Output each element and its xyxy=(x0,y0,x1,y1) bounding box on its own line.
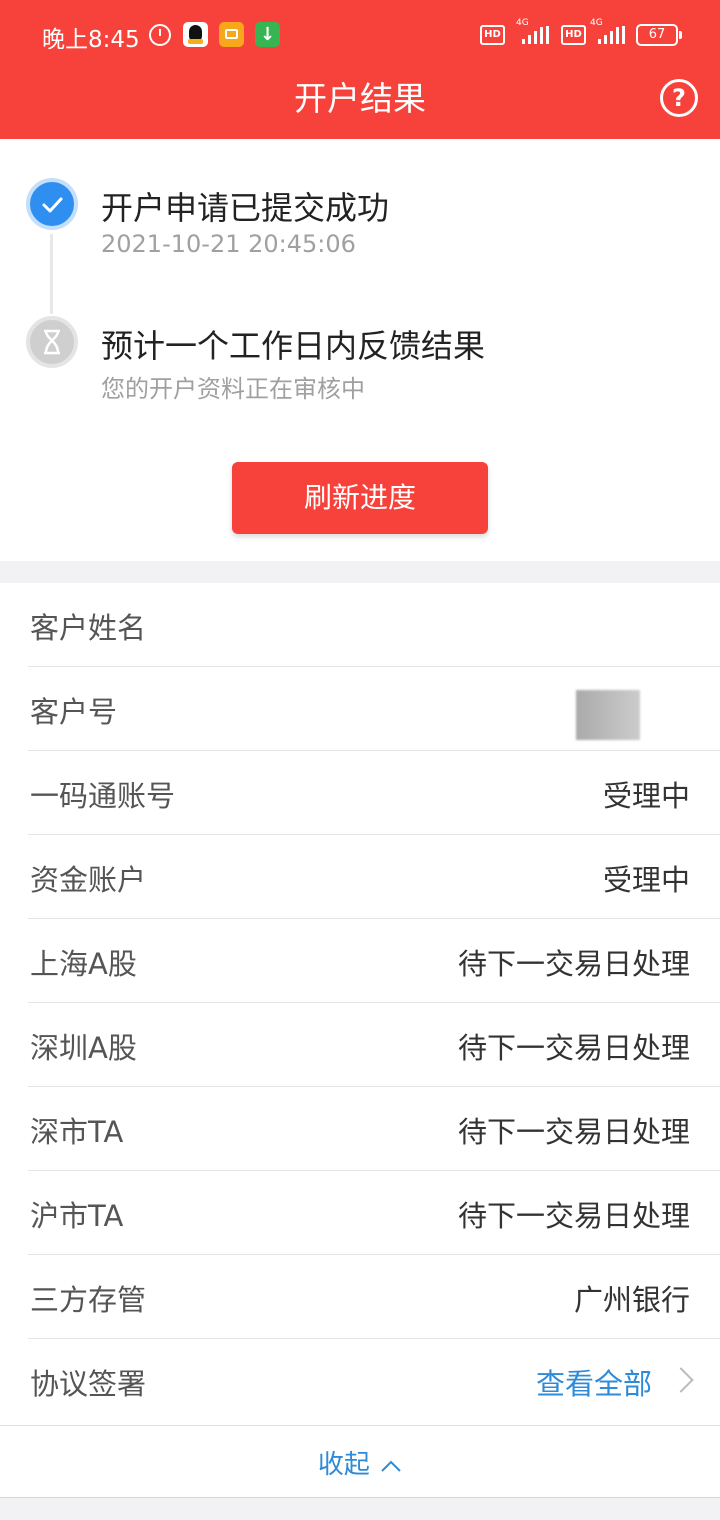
detail-label: 上海A股 xyxy=(30,947,137,981)
agreement-row[interactable]: 协议签署 查看全部 xyxy=(0,1339,720,1423)
detail-row: 深市TA 待下一交易日处理 xyxy=(0,1087,720,1171)
detail-label: 三方存管 xyxy=(30,1283,147,1317)
detail-value: 待下一交易日处理 xyxy=(457,1031,690,1065)
step-title: 开户申请已提交成功 xyxy=(101,189,390,227)
view-all-link[interactable]: 查看全部 xyxy=(536,1361,652,1403)
detail-row: 一码通账号 受理中 xyxy=(0,751,720,835)
check-icon xyxy=(26,178,78,230)
detail-label: 沪市TA xyxy=(30,1199,124,1233)
step-title: 预计一个工作日内反馈结果 xyxy=(101,327,486,365)
hourglass-icon xyxy=(26,316,78,368)
collapse-bar[interactable]: 收起 xyxy=(0,1425,720,1498)
alarm-icon xyxy=(149,24,171,46)
hd-icon: HD xyxy=(480,25,505,45)
detail-label: 协议签署 xyxy=(30,1367,147,1401)
detail-label: 深圳A股 xyxy=(30,1031,137,1065)
detail-value: 待下一交易日处理 xyxy=(457,1199,690,1233)
detail-row: 客户姓名 xyxy=(0,583,720,667)
detail-label: 客户姓名 xyxy=(30,611,147,645)
detail-row: 资金账户 受理中 xyxy=(0,835,720,919)
qq-icon xyxy=(183,22,208,47)
detail-label: 客户号 xyxy=(30,695,118,729)
detail-row: 深圳A股 待下一交易日处理 xyxy=(0,1003,720,1087)
hd-icon: HD xyxy=(561,25,586,45)
gallery-icon xyxy=(219,22,244,47)
battery-icon: 67 xyxy=(636,24,682,46)
detail-value: 受理中 xyxy=(602,779,690,813)
page-title: 开户结果 xyxy=(294,79,426,118)
timeline-connector xyxy=(50,234,53,314)
status-time: 晚上8:45 xyxy=(42,27,140,53)
status-bar: 晚上8:45 ↓ HD 4G HD 4G 67 xyxy=(0,0,720,70)
detail-label: 深市TA xyxy=(30,1115,124,1149)
detail-label: 资金账户 xyxy=(30,863,147,897)
app-header: 晚上8:45 ↓ HD 4G HD 4G 67 开户结果 ? xyxy=(0,0,720,139)
detail-value: 待下一交易日处理 xyxy=(457,947,690,981)
step-description: 您的开户资料正在审核中 xyxy=(101,375,365,403)
detail-row: 上海A股 待下一交易日处理 xyxy=(0,919,720,1003)
step-timestamp: 2021-10-21 20:45:06 xyxy=(101,230,356,258)
detail-value: 广州银行 xyxy=(573,1283,690,1317)
chevron-up-icon xyxy=(381,1460,401,1472)
refresh-progress-button[interactable]: 刷新进度 xyxy=(232,462,488,534)
network-type-label: 4G xyxy=(590,18,603,28)
collapse-button[interactable]: 收起 xyxy=(0,1444,720,1481)
redacted-value xyxy=(576,690,640,740)
bottom-divider xyxy=(0,1497,720,1498)
network-type-label: 4G xyxy=(516,18,529,28)
collapse-label: 收起 xyxy=(317,1450,370,1480)
detail-value: 受理中 xyxy=(602,863,690,897)
detail-row: 沪市TA 待下一交易日处理 xyxy=(0,1171,720,1255)
detail-label: 一码通账号 xyxy=(30,779,176,813)
download-icon: ↓ xyxy=(255,22,280,47)
chevron-right-icon xyxy=(668,1367,694,1393)
detail-value: 待下一交易日处理 xyxy=(457,1115,690,1149)
detail-row: 三方存管 广州银行 xyxy=(0,1255,720,1339)
help-button[interactable]: ? xyxy=(660,79,698,117)
